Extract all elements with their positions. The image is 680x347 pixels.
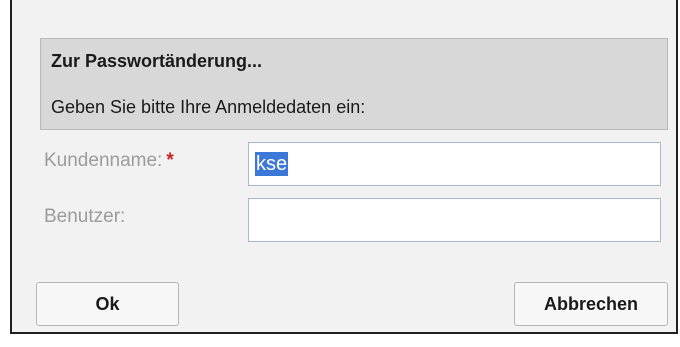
dialog-header: Zur Passwortänderung... Geben Sie bitte … — [40, 38, 668, 130]
customer-name-label-text: Kundenname: — [44, 150, 163, 171]
user-label: Benutzer: — [44, 206, 126, 227]
customer-name-label: Kundenname: * — [44, 150, 174, 172]
password-change-dialog: Zur Passwortänderung... Geben Sie bitte … — [10, 0, 678, 334]
cancel-button[interactable]: Abbrechen — [514, 282, 668, 326]
user-row: Benutzer: — [12, 198, 676, 242]
dialog-title: Zur Passwortänderung... — [51, 51, 263, 71]
customer-name-row: Kundenname: * kse — [12, 142, 676, 186]
ok-button[interactable]: Ok — [36, 282, 179, 326]
dialog-instructions: Geben Sie bitte Ihre Anmeldedaten ein: — [51, 97, 366, 117]
customer-name-value: kse — [255, 152, 289, 176]
user-input[interactable] — [248, 198, 661, 242]
customer-name-input[interactable]: kse — [248, 142, 661, 186]
required-star-icon: * — [166, 150, 174, 171]
